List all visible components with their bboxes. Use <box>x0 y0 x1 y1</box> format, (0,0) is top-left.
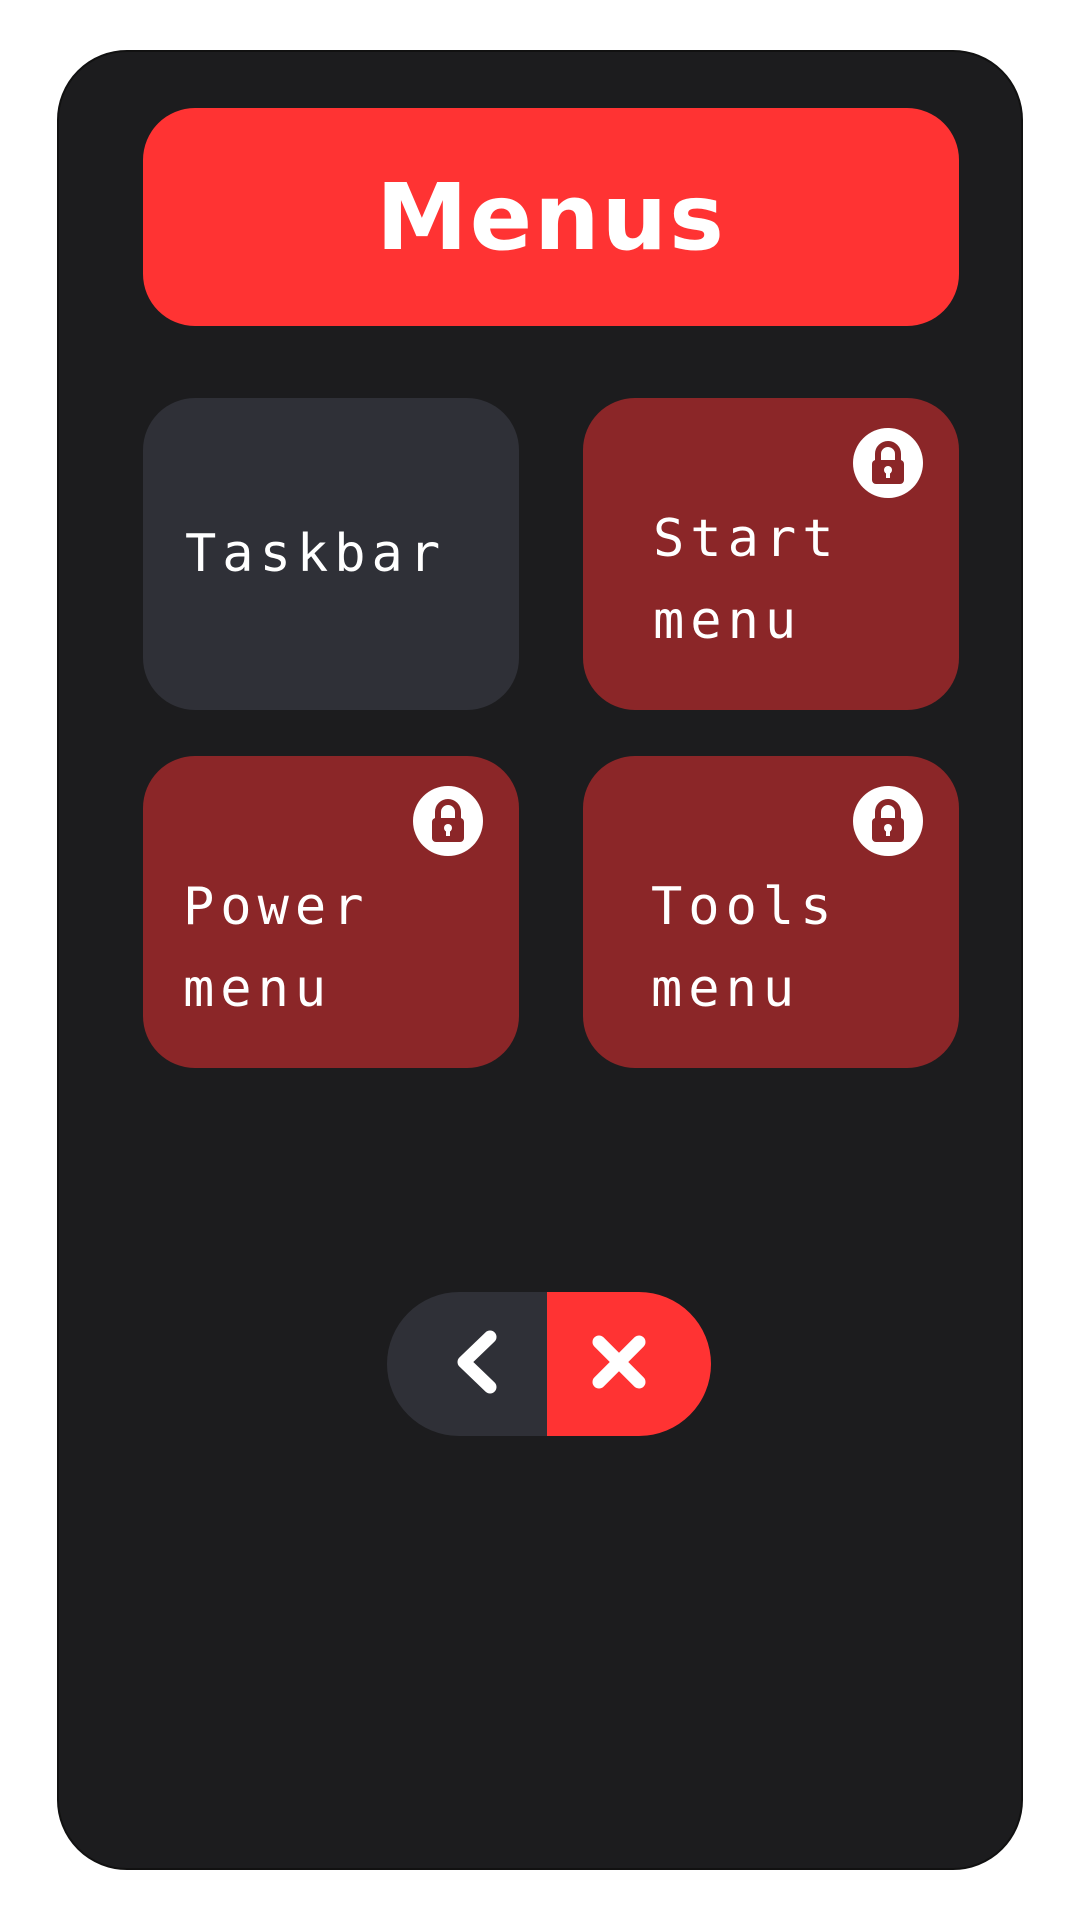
power-menu-label: Power menu <box>183 877 370 1019</box>
tools-menu-label: Tools menu <box>651 877 838 1019</box>
start-menu-label: Start menu <box>653 509 840 651</box>
chevron-left-icon <box>450 1327 504 1401</box>
start-menu-tile[interactable]: Start menu <box>583 398 959 710</box>
close-button[interactable] <box>547 1292 711 1436</box>
taskbar-tile[interactable]: Taskbar <box>143 398 519 710</box>
taskbar-label: Taskbar <box>185 524 447 584</box>
page-title: Menus <box>376 163 726 271</box>
menus-panel: Menus Taskbar Start menu Power menu Tool… <box>57 50 1023 1870</box>
lock-icon <box>853 428 923 498</box>
power-menu-tile[interactable]: Power menu <box>143 756 519 1068</box>
back-button[interactable] <box>387 1292 547 1436</box>
lock-icon <box>853 786 923 856</box>
menus-header: Menus <box>143 108 959 326</box>
close-icon <box>589 1332 649 1396</box>
tools-menu-tile[interactable]: Tools menu <box>583 756 959 1068</box>
navigation-controls <box>387 1292 711 1436</box>
lock-icon <box>413 786 483 856</box>
